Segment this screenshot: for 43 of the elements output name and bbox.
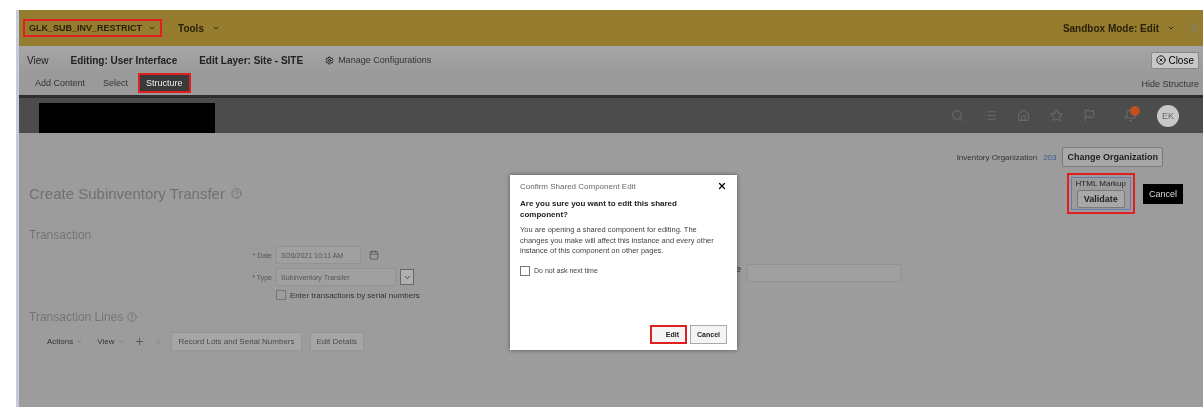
menu-button[interactable]: View [95,335,117,348]
caret-icon[interactable] [1167,24,1175,32]
hide-structure-link[interactable]: Hide Structure [1141,78,1199,89]
mode-tab[interactable]: Select [95,73,137,93]
close-icon[interactable] [717,181,727,191]
validate-button[interactable]: Validate [1076,190,1125,208]
gear-icon[interactable] [325,55,335,65]
organization-link[interactable]: 203 [1043,152,1057,162]
home-icon[interactable] [1017,109,1030,122]
dialog-title: Confirm Shared Component Edit [520,181,636,191]
search-icon[interactable] [951,109,964,122]
help-icon[interactable] [230,188,242,199]
add-icon[interactable] [134,336,146,347]
editing-label: Editing: User Interface [70,54,178,66]
caret-icon[interactable] [211,24,220,32]
caret-icon[interactable] [148,24,157,32]
sandbox-mode-menu[interactable]: Sandbox Mode: Edit [1060,20,1161,36]
cancel-button[interactable]: Cancel [1143,183,1183,204]
manage-configurations-link[interactable]: Manage Configurations [338,55,432,65]
flag-icon[interactable] [1083,109,1096,122]
help-icon[interactable] [127,312,138,322]
dialog-question: Are you sure you want to edit this shared component? [520,198,678,221]
close-icon[interactable] [1156,55,1167,65]
bell-icon[interactable] [1124,109,1137,122]
checkbox-label: Enter transactions by serial numbers [290,290,420,300]
mode-tab[interactable]: Add Content [27,73,94,93]
star-icon[interactable] [1050,109,1063,122]
organization-label: Inventory Organization [956,152,1038,162]
menu-button[interactable]: Actions [45,335,76,348]
edit-layer-label: Edit Layer: Site - SITE [199,54,304,66]
calendar-icon[interactable] [369,250,379,260]
html-markup-label: HTML Markup [1075,179,1126,188]
sandbox-name: GLK_SUB_INV_RESTRICT [29,23,143,33]
mode-tab[interactable]: Structure [138,73,191,93]
user-avatar[interactable]: EK [1157,104,1179,127]
dropdown-icon[interactable] [400,269,414,285]
sandbox-menu[interactable]: GLK_SUB_INV_RESTRICT [23,19,163,37]
menu-button[interactable]: Tools [176,20,206,36]
change-organization-button[interactable]: Change Organization [1062,147,1163,167]
checkbox[interactable] [520,265,530,276]
close-button[interactable]: Close [1151,51,1199,69]
view-label[interactable]: View [27,54,49,66]
checkbox[interactable] [276,290,286,300]
